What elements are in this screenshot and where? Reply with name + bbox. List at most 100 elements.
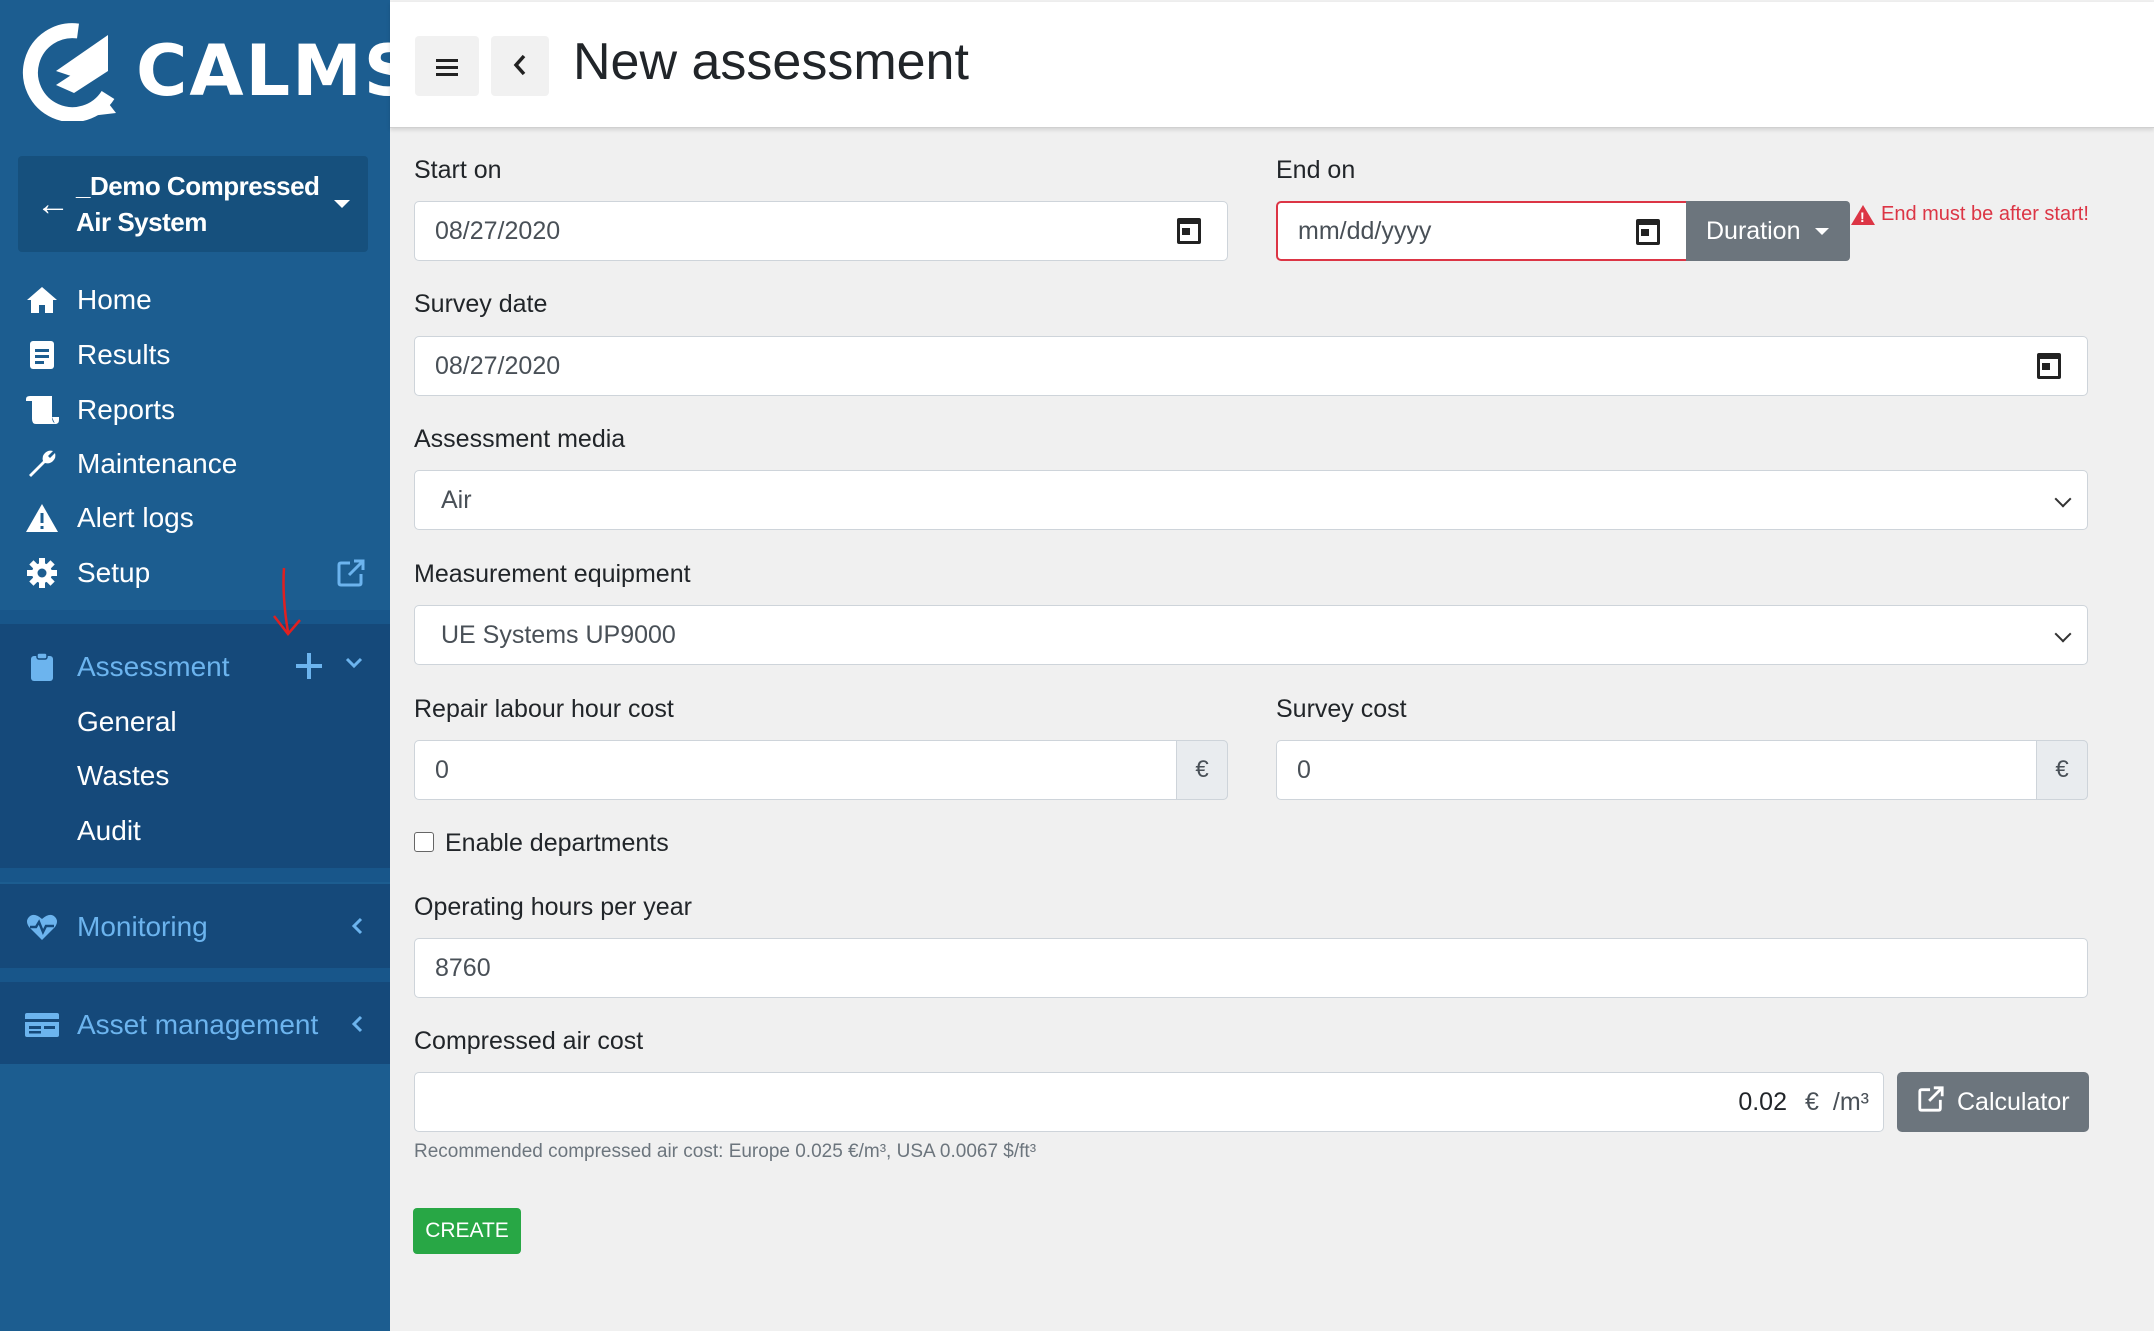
measurement-equipment-label: Measurement equipment: [414, 560, 691, 588]
chevron-down-icon: [2054, 625, 2072, 643]
calendar-icon[interactable]: [1636, 219, 1660, 245]
project-name-line2: Air System: [76, 207, 207, 237]
sidebar-item-home[interactable]: Home: [0, 273, 390, 327]
back-button[interactable]: [491, 36, 549, 96]
brand-name: CALMS: [136, 29, 417, 112]
project-selector[interactable]: ← _Demo Compressed Air System: [18, 156, 368, 252]
sidebar-item-monitoring[interactable]: Monitoring: [0, 900, 390, 954]
end-on-error-text: End must be after start!: [1881, 203, 2089, 225]
caret-down-icon[interactable]: [334, 200, 350, 208]
sidebar-item-label: Assessment: [77, 651, 230, 682]
sidebar: CALMS ← _Demo Compressed Air System Home…: [0, 0, 414, 1331]
calms-logo-icon: [23, 22, 116, 121]
start-on-value: 08/27/2020: [435, 216, 561, 245]
caret-down-icon: [1814, 227, 1829, 235]
home-icon: [24, 282, 60, 318]
start-on-input[interactable]: 08/27/2020: [414, 201, 1228, 261]
duration-label: Duration: [1706, 216, 1801, 245]
page-header: New assessment: [390, 2, 2154, 128]
operating-hours-label: Operating hours per year: [414, 893, 692, 921]
repair-labour-cost-input[interactable]: 0 €: [414, 740, 1228, 800]
operating-hours-input[interactable]: 8760: [414, 938, 2088, 998]
sidebar-item-assessment[interactable]: Assessment: [0, 640, 390, 694]
survey-date-label: Survey date: [414, 290, 548, 318]
sidebar-item-results[interactable]: Results: [0, 328, 390, 382]
sidebar-item-maintenance[interactable]: Maintenance: [0, 437, 390, 491]
repair-labour-cost-label: Repair labour hour cost: [414, 695, 674, 723]
scroll-icon: [24, 392, 60, 428]
sidebar-item-setup[interactable]: Setup: [0, 546, 390, 600]
sidebar-item-label: Setup: [77, 557, 151, 588]
list-alt-icon: [24, 1007, 60, 1043]
calendar-icon[interactable]: [2037, 353, 2061, 379]
heartbeat-icon: [24, 909, 60, 945]
sidebar-divider: [0, 610, 390, 624]
survey-cost-value: 0: [1297, 755, 1311, 784]
sidebar-item-label: Asset management: [77, 1009, 319, 1040]
external-link-icon: [1917, 1085, 1957, 1120]
hamburger-icon: [435, 48, 459, 85]
calculator-button[interactable]: Calculator: [1897, 1072, 2089, 1132]
enable-departments-checkbox[interactable]: [414, 832, 434, 852]
sidebar-item-label: Monitoring: [77, 911, 208, 942]
file-alt-icon: [24, 337, 60, 373]
menu-toggle-button[interactable]: [415, 36, 479, 96]
sidebar-subitem-wastes[interactable]: Wastes: [0, 749, 390, 803]
start-on-label: Start on: [414, 156, 502, 184]
enable-departments-label[interactable]: Enable departments: [445, 829, 669, 858]
sidebar-item-reports[interactable]: Reports: [0, 383, 390, 437]
compressed-air-cost-input[interactable]: 0.02 € /m³: [414, 1072, 1884, 1132]
end-on-input[interactable]: mm/dd/yyyy: [1276, 201, 1688, 261]
external-link-icon[interactable]: [336, 558, 366, 593]
warning-icon: [1851, 204, 1875, 225]
annotation-arrow-icon: [273, 567, 301, 636]
sidebar-item-label: Alert logs: [77, 502, 194, 533]
gear-icon: [24, 555, 60, 591]
currency-addon: €: [1176, 740, 1228, 800]
sidebar-item-label: General: [77, 706, 177, 737]
sidebar-item-label: Reports: [77, 394, 176, 425]
back-arrow-icon[interactable]: ←: [36, 185, 76, 224]
chevron-left-icon[interactable]: [350, 916, 364, 941]
survey-cost-input[interactable]: 0 €: [1276, 740, 2088, 800]
measurement-equipment-value: UE Systems UP9000: [441, 620, 676, 649]
calms-logo[interactable]: CALMS: [16, 18, 416, 123]
sidebar-item-asset-management[interactable]: Asset management: [0, 998, 390, 1052]
calendar-icon[interactable]: [1177, 218, 1201, 244]
add-assessment-icon[interactable]: [295, 652, 323, 685]
assessment-media-value: Air: [441, 485, 472, 514]
currency-unit: €: [1804, 1087, 1819, 1116]
survey-date-input[interactable]: 08/27/2020: [414, 336, 2088, 396]
volume-unit: /m³: [1832, 1087, 1869, 1116]
sidebar-item-label: Maintenance: [77, 448, 238, 479]
end-on-error: End must be after start!: [1851, 203, 2089, 226]
operating-hours-value: 8760: [435, 953, 491, 982]
sidebar-divider: [0, 868, 390, 882]
page-title: New assessment: [573, 33, 969, 91]
measurement-equipment-select[interactable]: UE Systems UP9000: [414, 605, 2088, 665]
warning-icon: [24, 500, 60, 536]
end-on-placeholder: mm/dd/yyyy: [1298, 216, 1432, 245]
chevron-down-icon: [2054, 490, 2072, 508]
project-name: _Demo Compressed Air System: [76, 168, 334, 240]
chevron-down-icon[interactable]: [344, 656, 364, 675]
sidebar-item-label: Home: [77, 284, 152, 315]
calculator-label: Calculator: [1957, 1087, 2070, 1116]
sidebar-subitem-general[interactable]: General: [0, 695, 390, 749]
sidebar-item-alert-logs[interactable]: Alert logs: [0, 491, 390, 545]
chevron-left-icon[interactable]: [350, 1014, 364, 1039]
project-name-line1: _Demo Compressed: [76, 171, 320, 201]
sidebar-subitem-audit[interactable]: Audit: [0, 804, 390, 858]
chevron-left-icon: [512, 48, 528, 85]
compressed-air-cost-value: 0.02: [1738, 1087, 1787, 1116]
clipboard-icon: [24, 649, 60, 685]
sidebar-divider: [0, 968, 390, 982]
duration-dropdown-button[interactable]: Duration: [1686, 201, 1850, 261]
repair-labour-cost-value: 0: [435, 755, 449, 784]
currency-addon: €: [2036, 740, 2088, 800]
end-on-label: End on: [1276, 156, 1356, 184]
assessment-media-select[interactable]: Air: [414, 470, 2088, 530]
wrench-icon: [24, 446, 60, 482]
create-button[interactable]: CREATE: [413, 1208, 521, 1254]
assessment-media-label: Assessment media: [414, 425, 626, 453]
